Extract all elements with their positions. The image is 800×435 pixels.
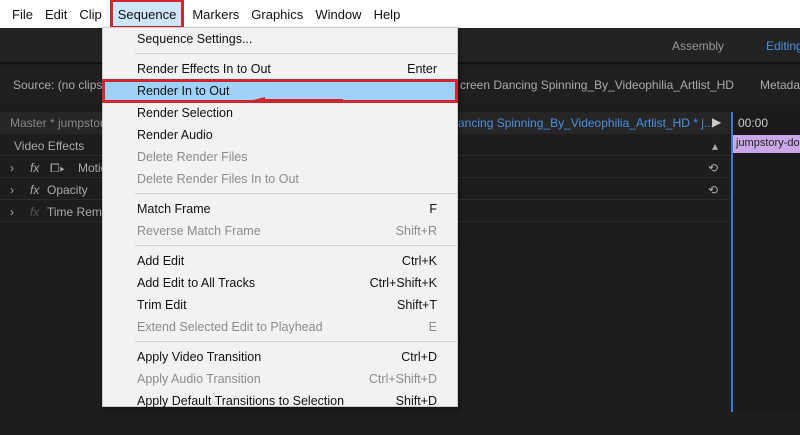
clip-tab[interactable]: creen Dancing Spinning_By_Videophilia_Ar… bbox=[460, 78, 734, 92]
expand-chevron-icon[interactable]: › bbox=[10, 205, 14, 219]
menu-item-label: Render Audio bbox=[137, 128, 213, 142]
menu-item-shortcut: Shift+T bbox=[397, 298, 437, 312]
video-effects-header: Video Effects bbox=[14, 139, 85, 153]
menu-item-label: Match Frame bbox=[137, 202, 211, 216]
menu-separator bbox=[135, 245, 457, 246]
menu-item-render-selection[interactable]: Render Selection bbox=[103, 102, 457, 124]
menu-separator bbox=[135, 341, 457, 342]
menu-item-label: Delete Render Files bbox=[137, 150, 248, 164]
source-tab[interactable]: Source: (no clips) bbox=[13, 78, 106, 92]
expand-chevron-icon[interactable]: › bbox=[10, 183, 14, 197]
menu-separator bbox=[135, 193, 457, 194]
menu-clip[interactable]: Clip bbox=[73, 1, 107, 27]
menu-item-apply-video-transition[interactable]: Apply Video Transition Ctrl+D bbox=[103, 346, 457, 368]
sequence-menu: Sequence Settings... Render Effects In to… bbox=[102, 27, 458, 408]
menu-item-shortcut: Ctrl+Shift+D bbox=[368, 372, 437, 386]
menu-edit[interactable]: Edit bbox=[39, 1, 73, 27]
menu-item-render-in-to-out[interactable]: Render In to Out bbox=[102, 79, 458, 103]
menu-item-match-frame[interactable]: Match Frame F bbox=[103, 198, 457, 220]
timecode: 00:00 bbox=[738, 116, 769, 130]
menu-item-label: Add Edit to All Tracks bbox=[137, 276, 256, 290]
menu-item-extend-selected-edit-to-playhead[interactable]: Extend Selected Edit to Playhead E bbox=[103, 316, 457, 338]
menu-item-sequence-settings[interactable]: Sequence Settings... bbox=[103, 28, 457, 50]
menu-item-delete-render-files-in-to-out[interactable]: Delete Render Files In to Out bbox=[103, 168, 457, 190]
menu-item-apply-default-transitions-to-selection[interactable]: Apply Default Transitions to Selection Sh… bbox=[103, 390, 457, 412]
menu-item-shortcut: Ctrl+D bbox=[401, 350, 437, 364]
menu-item-trim-edit[interactable]: Trim Edit Shift+T bbox=[103, 294, 457, 316]
menu-item-shortcut: Shift+D bbox=[395, 394, 437, 408]
master-label: Master * jumpstor bbox=[10, 116, 105, 130]
effect-opacity[interactable]: Opacity bbox=[47, 183, 88, 197]
menu-item-label: Apply Default Transitions to Selection bbox=[137, 394, 345, 408]
workspace-assembly[interactable]: Assembly bbox=[672, 39, 724, 53]
menu-item-label: Reverse Match Frame bbox=[137, 224, 261, 238]
menu-item-add-edit[interactable]: Add Edit Ctrl+K bbox=[103, 250, 457, 272]
menu-item-render-effects-in-to-out[interactable]: Render Effects In to Out Enter bbox=[103, 58, 457, 80]
menu-item-render-audio[interactable]: Render Audio bbox=[103, 124, 457, 146]
menu-window[interactable]: Window bbox=[309, 1, 367, 27]
menu-item-shortcut: Enter bbox=[407, 62, 437, 76]
motion-icon: ⧠▸ bbox=[50, 161, 66, 175]
menu-item-shortcut: Ctrl+K bbox=[401, 254, 437, 268]
fx-icon[interactable]: fx bbox=[30, 161, 39, 175]
menu-item-apply-audio-transition[interactable]: Apply Audio Transition Ctrl+Shift+D bbox=[103, 368, 457, 390]
menu-graphics[interactable]: Graphics bbox=[245, 1, 309, 27]
reset-icon[interactable]: ⟲ bbox=[708, 183, 718, 197]
fx-icon[interactable]: fx bbox=[30, 205, 39, 219]
timeline[interactable] bbox=[731, 112, 800, 412]
menu-item-label: Sequence Settings... bbox=[137, 32, 253, 46]
menu-help[interactable]: Help bbox=[368, 1, 407, 27]
menu-separator bbox=[135, 53, 457, 54]
collapse-icon[interactable]: ▴ bbox=[712, 139, 718, 153]
menu-item-delete-render-files[interactable]: Delete Render Files bbox=[103, 146, 457, 168]
effect-time-remap[interactable]: Time Rema bbox=[47, 205, 109, 219]
menu-file[interactable]: File bbox=[6, 1, 39, 27]
menu-item-label: Delete Render Files In to Out bbox=[137, 172, 299, 186]
menu-item-label: Apply Video Transition bbox=[137, 350, 262, 364]
menu-item-add-edit-to-all-tracks[interactable]: Add Edit to All Tracks Ctrl+Shift+K bbox=[103, 272, 457, 294]
sequence-link[interactable]: ancing Spinning_By_Videophilia_Artlist_H… bbox=[458, 116, 714, 130]
menu-bar: File Edit Clip Sequence Markers Graphics Windo… bbox=[0, 0, 800, 29]
menu-item-shortcut: Shift+R bbox=[395, 224, 437, 238]
menu-sequence[interactable]: Sequence bbox=[109, 0, 185, 29]
workspace-editing[interactable]: Editing bbox=[766, 39, 800, 53]
menu-item-label: Render Selection bbox=[137, 106, 233, 120]
menu-item-reverse-match-frame[interactable]: Reverse Match Frame Shift+R bbox=[103, 220, 457, 242]
menu-item-label: Apply Audio Transition bbox=[137, 372, 261, 386]
menu-item-label: Trim Edit bbox=[137, 298, 187, 312]
reset-icon[interactable]: ⟲ bbox=[708, 161, 718, 175]
menu-item-shortcut: Ctrl+Shift+K bbox=[369, 276, 437, 290]
menu-item-shortcut: F bbox=[429, 202, 437, 216]
menu-markers[interactable]: Markers bbox=[186, 1, 245, 27]
menu-item-shortcut: E bbox=[428, 320, 437, 334]
fx-icon[interactable]: fx bbox=[30, 183, 39, 197]
metadata-tab[interactable]: Metadat bbox=[760, 78, 800, 92]
menu-item-label: Extend Selected Edit to Playhead bbox=[137, 320, 323, 334]
play-triangle-icon[interactable]: ▶ bbox=[712, 115, 721, 129]
menu-item-label: Add Edit bbox=[137, 254, 185, 268]
timeline-clip[interactable]: jumpstory-do bbox=[733, 135, 800, 153]
expand-chevron-icon[interactable]: › bbox=[10, 161, 14, 175]
menu-item-label: Render Effects In to Out bbox=[137, 62, 271, 76]
menu-item-label: Render In to Out bbox=[137, 84, 230, 98]
